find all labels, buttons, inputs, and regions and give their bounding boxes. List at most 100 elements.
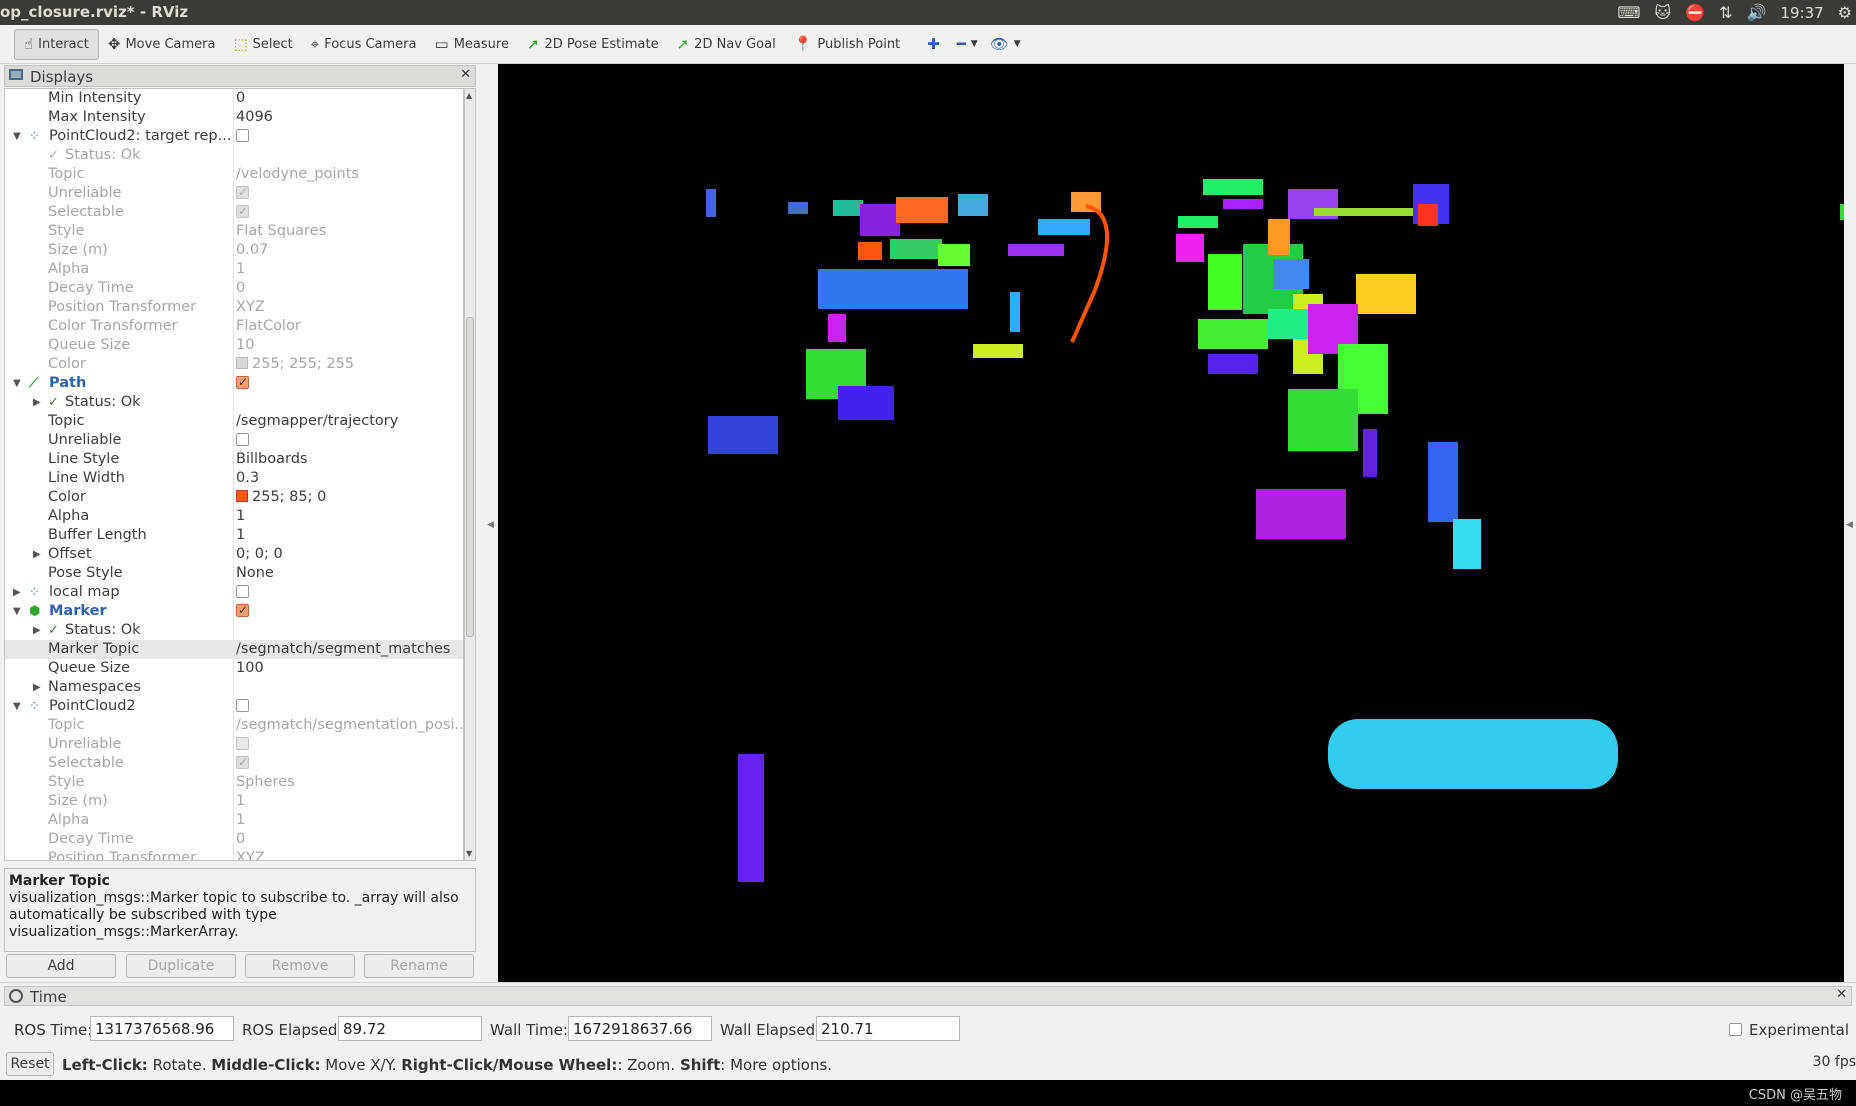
property-value[interactable]: 0 bbox=[236, 830, 245, 849]
chevron-down-icon[interactable]: ▼ bbox=[13, 697, 21, 716]
property-value[interactable]: None bbox=[236, 564, 274, 583]
focus-camera-tool-button[interactable]: ⌖ Focus Camera bbox=[302, 29, 426, 60]
3d-viewport[interactable] bbox=[498, 64, 1844, 982]
close-icon[interactable]: ✕ bbox=[460, 67, 471, 82]
reset-button[interactable]: Reset bbox=[6, 1052, 54, 1076]
enable-checkbox[interactable] bbox=[236, 601, 249, 621]
tree-row-local-map[interactable]: ▶ ⁘ local map bbox=[5, 583, 463, 602]
scrollbar-thumb[interactable] bbox=[466, 317, 474, 637]
ros-time-field[interactable]: 1317376568.96 bbox=[90, 1016, 234, 1041]
property-checkbox[interactable] bbox=[236, 753, 249, 773]
remove-tool-button[interactable]: ━ ▼ bbox=[951, 29, 984, 60]
property-value[interactable]: 1 bbox=[236, 811, 245, 830]
property-checkbox[interactable] bbox=[236, 202, 249, 222]
tree-row-unreliable[interactable]: Unreliable bbox=[5, 183, 463, 203]
property-value[interactable]: 0 bbox=[236, 89, 245, 108]
tree-row-unreliable[interactable]: Unreliable bbox=[5, 431, 463, 450]
tree-row-offset[interactable]: ▶ Offset 0; 0; 0 bbox=[5, 545, 463, 564]
tree-row-selectable[interactable]: Selectable bbox=[5, 202, 463, 222]
tree-row-decay-time[interactable]: Decay Time 0 bbox=[5, 830, 463, 849]
property-value[interactable]: /segmatch/segmentation_posi... bbox=[236, 716, 463, 735]
tree-row-path[interactable]: ▼ ⟋ Path bbox=[5, 373, 463, 393]
property-value[interactable]: Billboards bbox=[236, 450, 307, 469]
enable-checkbox[interactable] bbox=[236, 127, 249, 146]
scroll-up-icon[interactable]: ▲ bbox=[466, 91, 472, 100]
property-value[interactable]: 1 bbox=[236, 507, 245, 526]
2d-nav-goal-tool-button[interactable]: ➚ 2D Nav Goal bbox=[668, 29, 785, 60]
tree-row-position-transformer[interactable]: Position Transformer XYZ bbox=[5, 298, 463, 317]
panel-splitter[interactable]: ◀ bbox=[480, 64, 498, 982]
remove-button[interactable]: Remove bbox=[245, 954, 355, 978]
right-panel-splitter[interactable]: ◀ bbox=[1844, 64, 1856, 982]
property-checkbox[interactable] bbox=[236, 431, 249, 450]
property-value[interactable]: XYZ bbox=[236, 298, 265, 317]
tree-row-alpha[interactable]: Alpha 1 bbox=[5, 811, 463, 830]
property-value[interactable]: Flat Squares bbox=[236, 222, 326, 241]
tree-row-line-width[interactable]: Line Width 0.3 bbox=[5, 469, 463, 488]
tree-row-alpha[interactable]: Alpha 1 bbox=[5, 260, 463, 279]
property-value[interactable]: 1 bbox=[236, 792, 245, 811]
collapse-left-icon[interactable]: ◀ bbox=[487, 520, 494, 530]
publish-point-tool-button[interactable]: 📍 Publish Point bbox=[785, 29, 909, 60]
property-value[interactable]: 0.3 bbox=[236, 469, 259, 488]
property-value[interactable]: 0.07 bbox=[236, 241, 268, 260]
stop-icon[interactable]: ⛔ bbox=[1685, 3, 1705, 22]
property-color-value[interactable]: 255; 85; 0 bbox=[236, 488, 326, 507]
network-icon[interactable]: ⇅ bbox=[1719, 3, 1732, 22]
scroll-down-icon[interactable]: ▼ bbox=[466, 849, 472, 858]
property-value[interactable]: Spheres bbox=[236, 773, 295, 792]
tree-row-queue-size[interactable]: Queue Size 10 bbox=[5, 336, 463, 355]
experimental-checkbox[interactable] bbox=[1729, 1023, 1742, 1036]
chevron-right-icon[interactable]: ▶ bbox=[33, 393, 41, 412]
tree-row-marker[interactable]: ▼ ⬢ Marker bbox=[5, 601, 463, 621]
tree-row-style[interactable]: Style Spheres bbox=[5, 773, 463, 792]
tree-row-marker-topic[interactable]: Marker Topic/segmatch/segment_matches bbox=[5, 640, 463, 659]
2d-pose-estimate-tool-button[interactable]: ➚ 2D Pose Estimate bbox=[518, 29, 668, 60]
tree-row-size[interactable]: Size (m) 1 bbox=[5, 792, 463, 811]
tree-row-buffer-length[interactable]: Buffer Length 1 bbox=[5, 526, 463, 545]
property-checkbox[interactable] bbox=[236, 183, 249, 203]
chevron-down-icon[interactable]: ▼ bbox=[13, 374, 21, 393]
tree-row-pointcloud2[interactable]: ▼ ⁘ PointCloud2 bbox=[5, 697, 463, 716]
wall-elapsed-field[interactable]: 210.71 bbox=[816, 1016, 960, 1041]
property-value[interactable]: 1 bbox=[236, 526, 245, 545]
ros-elapsed-field[interactable]: 89.72 bbox=[338, 1016, 482, 1041]
property-value[interactable]: 4096 bbox=[236, 108, 273, 127]
enable-checkbox[interactable] bbox=[236, 373, 249, 393]
property-value[interactable]: FlatColor bbox=[236, 317, 301, 336]
chevron-down-icon[interactable]: ▼ bbox=[13, 127, 21, 146]
property-value[interactable]: 10 bbox=[236, 336, 254, 355]
tree-row-color-transformer[interactable]: Color Transformer FlatColor bbox=[5, 317, 463, 336]
enable-checkbox[interactable] bbox=[236, 583, 249, 602]
property-value[interactable]: 100 bbox=[236, 659, 264, 678]
interact-tool-button[interactable]: ☝ Interact bbox=[14, 28, 99, 60]
chevron-down-icon[interactable]: ▼ bbox=[13, 602, 21, 621]
tree-row-pose-style[interactable]: Pose Style None bbox=[5, 564, 463, 583]
gear-icon[interactable]: ⚙ bbox=[1838, 3, 1852, 22]
property-value[interactable]: XYZ bbox=[236, 849, 265, 860]
chevron-right-icon[interactable]: ▶ bbox=[33, 678, 41, 697]
tree-row-queue-size[interactable]: Queue Size 100 bbox=[5, 659, 463, 678]
tree-row-namespaces[interactable]: ▶ Namespaces bbox=[5, 678, 463, 697]
select-tool-button[interactable]: ⬚ Select bbox=[224, 29, 301, 60]
tree-row-alpha[interactable]: Alpha 1 bbox=[5, 507, 463, 526]
property-value[interactable]: 0 bbox=[236, 279, 245, 298]
close-icon[interactable]: ✕ bbox=[1836, 987, 1847, 1002]
cat-icon[interactable]: 🐱 bbox=[1654, 3, 1671, 22]
tree-row-size[interactable]: Size (m) 0.07 bbox=[5, 241, 463, 260]
property-value[interactable]: /segmapper/trajectory bbox=[236, 412, 398, 431]
wall-time-field[interactable]: 1672918637.66 bbox=[568, 1016, 712, 1041]
tree-row-decay-time[interactable]: Decay Time 0 bbox=[5, 279, 463, 298]
tree-row-style[interactable]: Style Flat Squares bbox=[5, 222, 463, 241]
chevron-right-icon[interactable]: ▶ bbox=[33, 545, 41, 564]
chevron-right-icon[interactable]: ▶ bbox=[13, 583, 21, 602]
clock[interactable]: 19:37 bbox=[1780, 4, 1823, 22]
tree-row-unreliable[interactable]: Unreliable bbox=[5, 735, 463, 754]
add-button[interactable]: Add bbox=[6, 954, 116, 978]
property-value[interactable]: /velodyne_points bbox=[236, 165, 359, 184]
tree-row-topic[interactable]: Topic/velodyne_points bbox=[5, 165, 463, 184]
tree-row-position-transformer[interactable]: Position Transformer XYZ bbox=[5, 849, 463, 860]
property-value[interactable]: 0; 0; 0 bbox=[236, 545, 283, 564]
keyboard-icon[interactable]: ⌨ bbox=[1617, 3, 1640, 22]
tree-row-color[interactable]: Color 255; 255; 255 bbox=[5, 355, 463, 374]
